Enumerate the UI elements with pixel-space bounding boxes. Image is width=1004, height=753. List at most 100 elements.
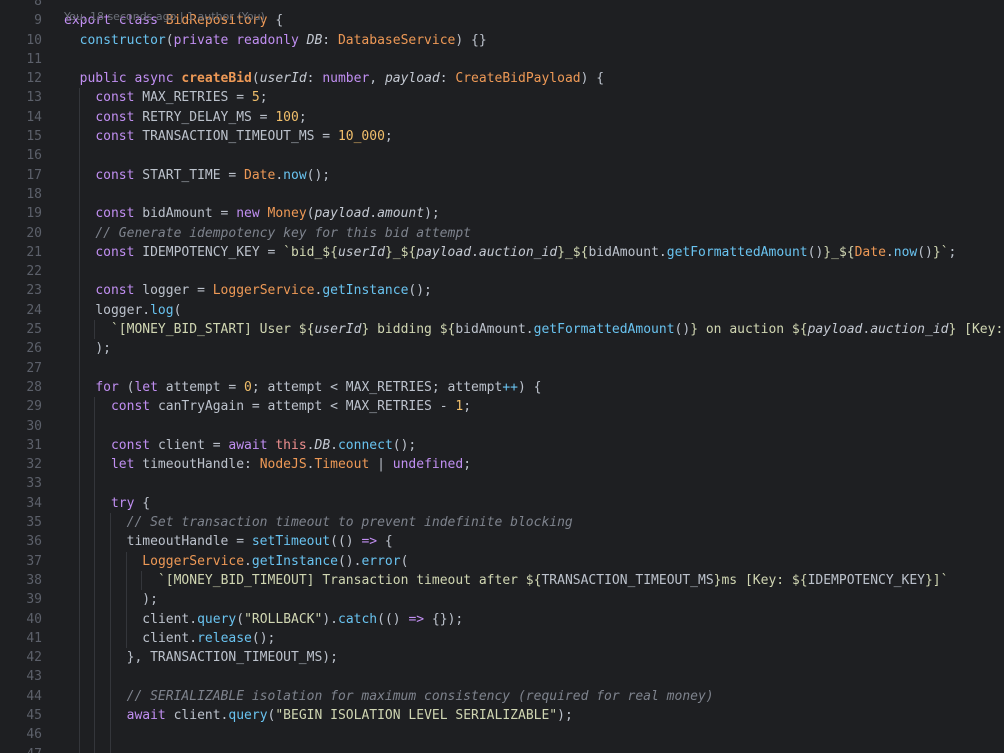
indent-guide [94, 648, 96, 668]
code-line[interactable]: 33 [0, 474, 1004, 494]
code-token: const [95, 244, 143, 260]
indent-guide [78, 165, 80, 185]
code-token: "ROLLBACK" [244, 611, 323, 627]
code-line[interactable]: 17 const START_TIME = Date.now(); [0, 165, 1004, 185]
line-number: 29 [26, 399, 42, 415]
code-line[interactable]: 31 const client = await this.DB.connect()… [0, 435, 1004, 456]
code-token: catch [338, 611, 378, 627]
code-token: Date [244, 167, 276, 183]
code-token: TRANSACTION_TIMEOUT_MS = [142, 129, 338, 145]
indent-guide [94, 667, 96, 687]
git-blame-annotation: You, 18 seconds ago | 1 author (You) [64, 10, 265, 23]
indent-guide [78, 667, 80, 687]
code-token: auction_id [478, 244, 558, 260]
code-line[interactable]: 36 timeoutHandle = setTimeout(() => { [0, 532, 1004, 552]
line-content: const START_TIME = Date.now(); [95, 166, 330, 185]
code-token: "BEGIN ISOLATION LEVEL SERIALIZABLE" [275, 707, 558, 723]
indent-guide [78, 705, 80, 726]
code-token: userId [259, 71, 307, 87]
code-line[interactable]: 41 client.release(); [0, 628, 1004, 649]
code-token: release [197, 630, 252, 646]
indent-guide [78, 570, 80, 591]
line-content: ); [142, 590, 158, 609]
code-line[interactable]: 40 client.query("ROLLBACK").catch(() => {… [0, 609, 1004, 629]
code-token: ++ [502, 379, 518, 395]
code-line[interactable]: 24 logger.log( [0, 300, 1004, 321]
indent-guide [94, 320, 96, 340]
code-token: RETRY_DELAY_MS = [142, 109, 276, 125]
line-number: 27 [26, 360, 42, 376]
code-token: }ms [Key: ${ [713, 572, 808, 588]
code-editor[interactable]: 8 9 export class BidRepository {10 construc… [0, 0, 1004, 753]
code-line[interactable]: 14 const RETRY_DELAY_MS = 100; [0, 107, 1004, 128]
code-token: 10_000 [337, 129, 385, 145]
indent-guide [78, 127, 80, 147]
line-number: 24 [26, 302, 42, 318]
code-line[interactable]: 11 [0, 50, 1004, 69]
code-token: LoggerService [212, 283, 315, 299]
code-line[interactable]: 21 const IDEMPOTENCY_KEY = `bid_${userId}… [0, 242, 1004, 263]
code-line[interactable]: 39); [0, 590, 1004, 610]
code-line[interactable]: 46 [0, 725, 1004, 745]
line-content: // Generate idempotency key for this bid… [95, 224, 471, 243]
line-content: const RETRY_DELAY_MS = 100; [95, 108, 306, 127]
indent-guide [125, 570, 127, 591]
code-line[interactable]: 34 try { [0, 493, 1004, 514]
code-token: DB [306, 32, 323, 48]
code-token: ; [948, 244, 957, 260]
indent-guide [78, 358, 80, 378]
indent-guide [78, 628, 80, 649]
code-token: }_${ [823, 244, 855, 260]
code-token: TRANSACTION_TIMEOUT_MS [541, 572, 714, 588]
indent-guide [125, 590, 127, 610]
line-number: 9 [34, 13, 42, 29]
code-token: const [95, 109, 143, 125]
line-number: 10 [26, 32, 42, 48]
code-line[interactable]: 38 `[MONEY_BID_TIMEOUT] Transaction timeo… [0, 570, 1004, 591]
code-line[interactable]: 45 await client.query("BEGIN ISOLATION LE… [0, 705, 1004, 726]
indent-guide [78, 223, 80, 243]
indent-guide [78, 744, 80, 753]
code-area[interactable]: 8 9 export class BidRepository {10 construc… [0, 0, 1004, 753]
code-line[interactable]: 42}, TRANSACTION_TIMEOUT_MS); [0, 648, 1004, 668]
code-line[interactable]: 29 const canTryAgain = attempt < MAX_RETR… [0, 397, 1004, 417]
code-line[interactable]: 43 [0, 667, 1004, 687]
code-line[interactable]: 18 [0, 184, 1004, 205]
line-number: 44 [26, 688, 42, 704]
code-token: logger. [95, 302, 151, 318]
indent-guide [94, 532, 96, 552]
code-line[interactable]: 19 const bidAmount = new Money(payload.am… [0, 204, 1004, 224]
code-token: public async [79, 71, 182, 87]
code-line[interactable]: 35 // Set transaction timeout to prevent … [0, 513, 1004, 533]
code-token: this [275, 437, 307, 453]
code-line[interactable]: 22 [0, 262, 1004, 282]
code-token: Money [267, 206, 307, 222]
code-token: `bid_${ [283, 244, 338, 260]
code-token: payload [807, 322, 863, 338]
code-line[interactable]: 32 let timeoutHandle: NodeJS.Timeout | un… [0, 455, 1004, 475]
code-line[interactable]: 13 const MAX_RETRIES = 5; [0, 88, 1004, 108]
code-token: ) { [580, 71, 605, 87]
indent-guide [94, 435, 96, 456]
code-token: getInstance [322, 283, 409, 299]
code-line[interactable]: 28 for (let attempt = 0; attempt < MAX_RE… [0, 377, 1004, 398]
line-content: public async createBid(userId: number, p… [80, 69, 604, 88]
code-line[interactable]: 27 [0, 358, 1004, 378]
code-line[interactable]: 47 [0, 744, 1004, 753]
code-line[interactable]: 20 // Generate idempotency key for this b… [0, 223, 1004, 243]
line-content: const TRANSACTION_TIMEOUT_MS = 10_000; [95, 127, 392, 146]
code-line[interactable]: 10 constructor(private readonly DB: Datab… [0, 31, 1004, 50]
code-line[interactable]: 23 const logger = LoggerService.getInstan… [0, 281, 1004, 301]
code-line[interactable]: 30 [0, 416, 1004, 436]
code-token: const [95, 283, 143, 299]
code-line[interactable]: 16 [0, 146, 1004, 166]
code-line[interactable]: 37 LoggerService.getInstance().error( [0, 551, 1004, 571]
indent-guide [78, 455, 80, 475]
code-token: ( [165, 32, 174, 48]
code-line[interactable]: 15 const TRANSACTION_TIMEOUT_MS = 10_000; [0, 127, 1004, 147]
code-token: ; [463, 457, 472, 473]
code-line[interactable]: 12 public async createBid(userId: number,… [0, 69, 1004, 88]
code-line[interactable]: 25 `[MONEY_BID_START] User ${userId} bidd… [0, 320, 1004, 340]
code-line[interactable]: 26); [0, 339, 1004, 359]
code-line[interactable]: 44 // SERIALIZABLE isolation for maximum … [0, 686, 1004, 706]
